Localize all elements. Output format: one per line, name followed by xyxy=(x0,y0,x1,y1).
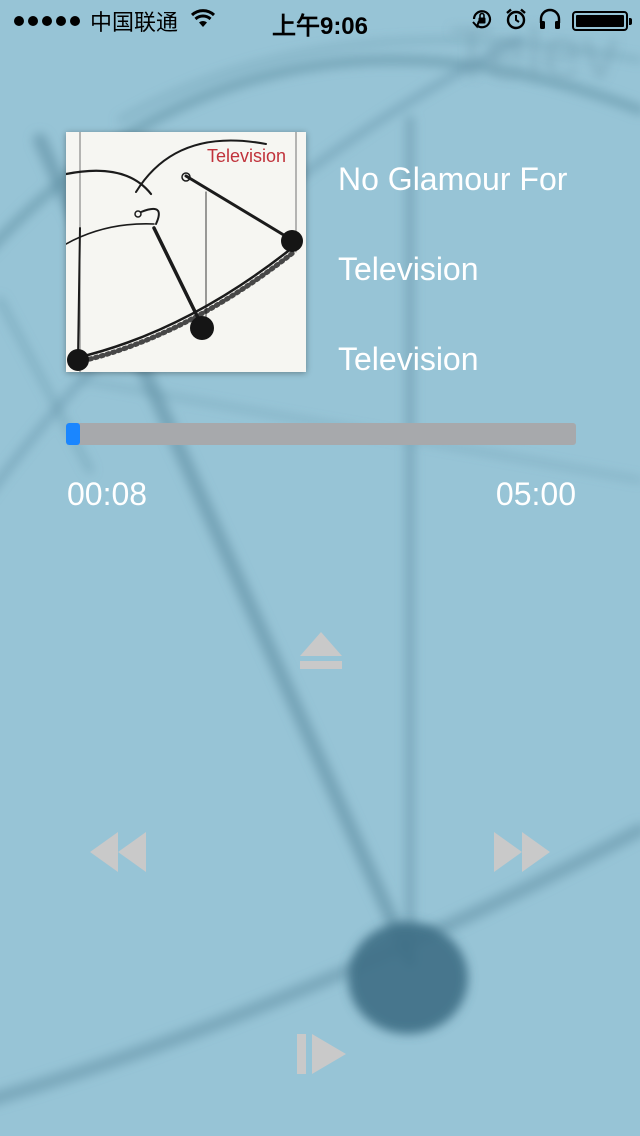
song-title: No Glamour For Willi xyxy=(338,161,574,197)
rotation-lock-icon xyxy=(470,7,494,36)
eject-button[interactable] xyxy=(296,628,346,674)
fast-forward-icon xyxy=(494,832,550,872)
album-art-title: Television xyxy=(207,146,287,166)
eject-icon xyxy=(300,632,342,669)
battery-level xyxy=(576,15,624,27)
album-name: Television xyxy=(338,341,479,377)
album-art: Television xyxy=(66,132,306,372)
play-pause-icon xyxy=(297,1034,346,1074)
headphones-icon xyxy=(538,7,562,36)
elapsed-time: 00:08 xyxy=(67,476,148,512)
rewind-button[interactable] xyxy=(86,828,150,876)
play-pause-button[interactable] xyxy=(294,1030,350,1078)
alarm-icon xyxy=(504,7,528,36)
status-bar: 中国联通 上午9:06 xyxy=(0,0,640,40)
total-time: 05:00 xyxy=(495,476,576,512)
fast-forward-button[interactable] xyxy=(490,828,554,876)
progress-bar-fill xyxy=(66,423,80,445)
status-bar-right xyxy=(470,7,632,36)
artist-name: Television xyxy=(338,251,479,287)
battery-icon xyxy=(572,11,632,31)
progress-bar[interactable] xyxy=(66,423,576,445)
rewind-icon xyxy=(90,832,146,872)
